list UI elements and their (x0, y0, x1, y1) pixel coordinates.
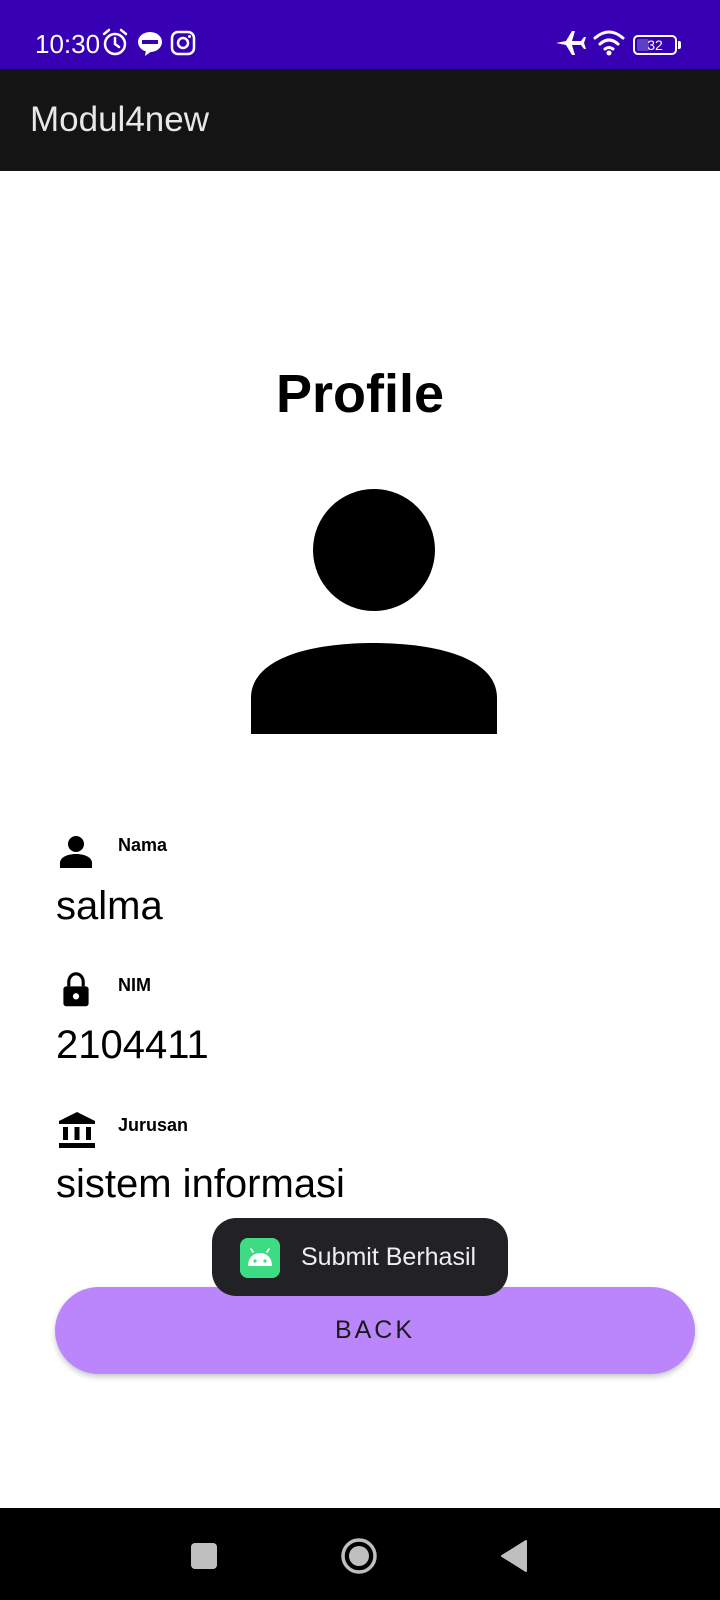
person-icon (60, 836, 92, 868)
field-value-jurusan: sistem informasi (56, 1162, 345, 1206)
back-button[interactable]: BACK (55, 1287, 695, 1374)
field-value-nama: salma (56, 884, 163, 928)
recents-icon[interactable] (191, 1543, 217, 1569)
field-value-nim: 2104411 (56, 1023, 209, 1067)
field-label-jurusan: Jurusan (118, 1115, 189, 1135)
toast-message: Submit Berhasil (301, 1243, 477, 1271)
app-bar: Modul4new (0, 69, 720, 171)
app-title: Modul4new (30, 100, 209, 139)
line-icon (138, 32, 162, 56)
android-icon (240, 1238, 280, 1278)
status-bar: 10:30 32 (0, 0, 720, 69)
status-time: 10:30 (35, 29, 101, 59)
alarm-icon (102, 28, 128, 56)
battery-tip (678, 41, 681, 49)
field-label-nim: NIM (118, 975, 151, 995)
airplane-icon (556, 31, 586, 55)
lock-icon (63, 972, 89, 1007)
toast: Submit Berhasil (212, 1218, 508, 1296)
home-icon[interactable] (340, 1537, 378, 1575)
instagram-icon (170, 30, 196, 56)
page-title: Profile (275, 364, 445, 424)
person-icon (251, 489, 497, 734)
battery-icon: 32 (633, 35, 677, 55)
field-label-nama: Nama (118, 835, 168, 855)
bank-icon (59, 1112, 95, 1148)
battery-percent: 32 (647, 37, 663, 53)
back-icon[interactable] (500, 1539, 528, 1573)
wifi-icon (593, 30, 625, 56)
